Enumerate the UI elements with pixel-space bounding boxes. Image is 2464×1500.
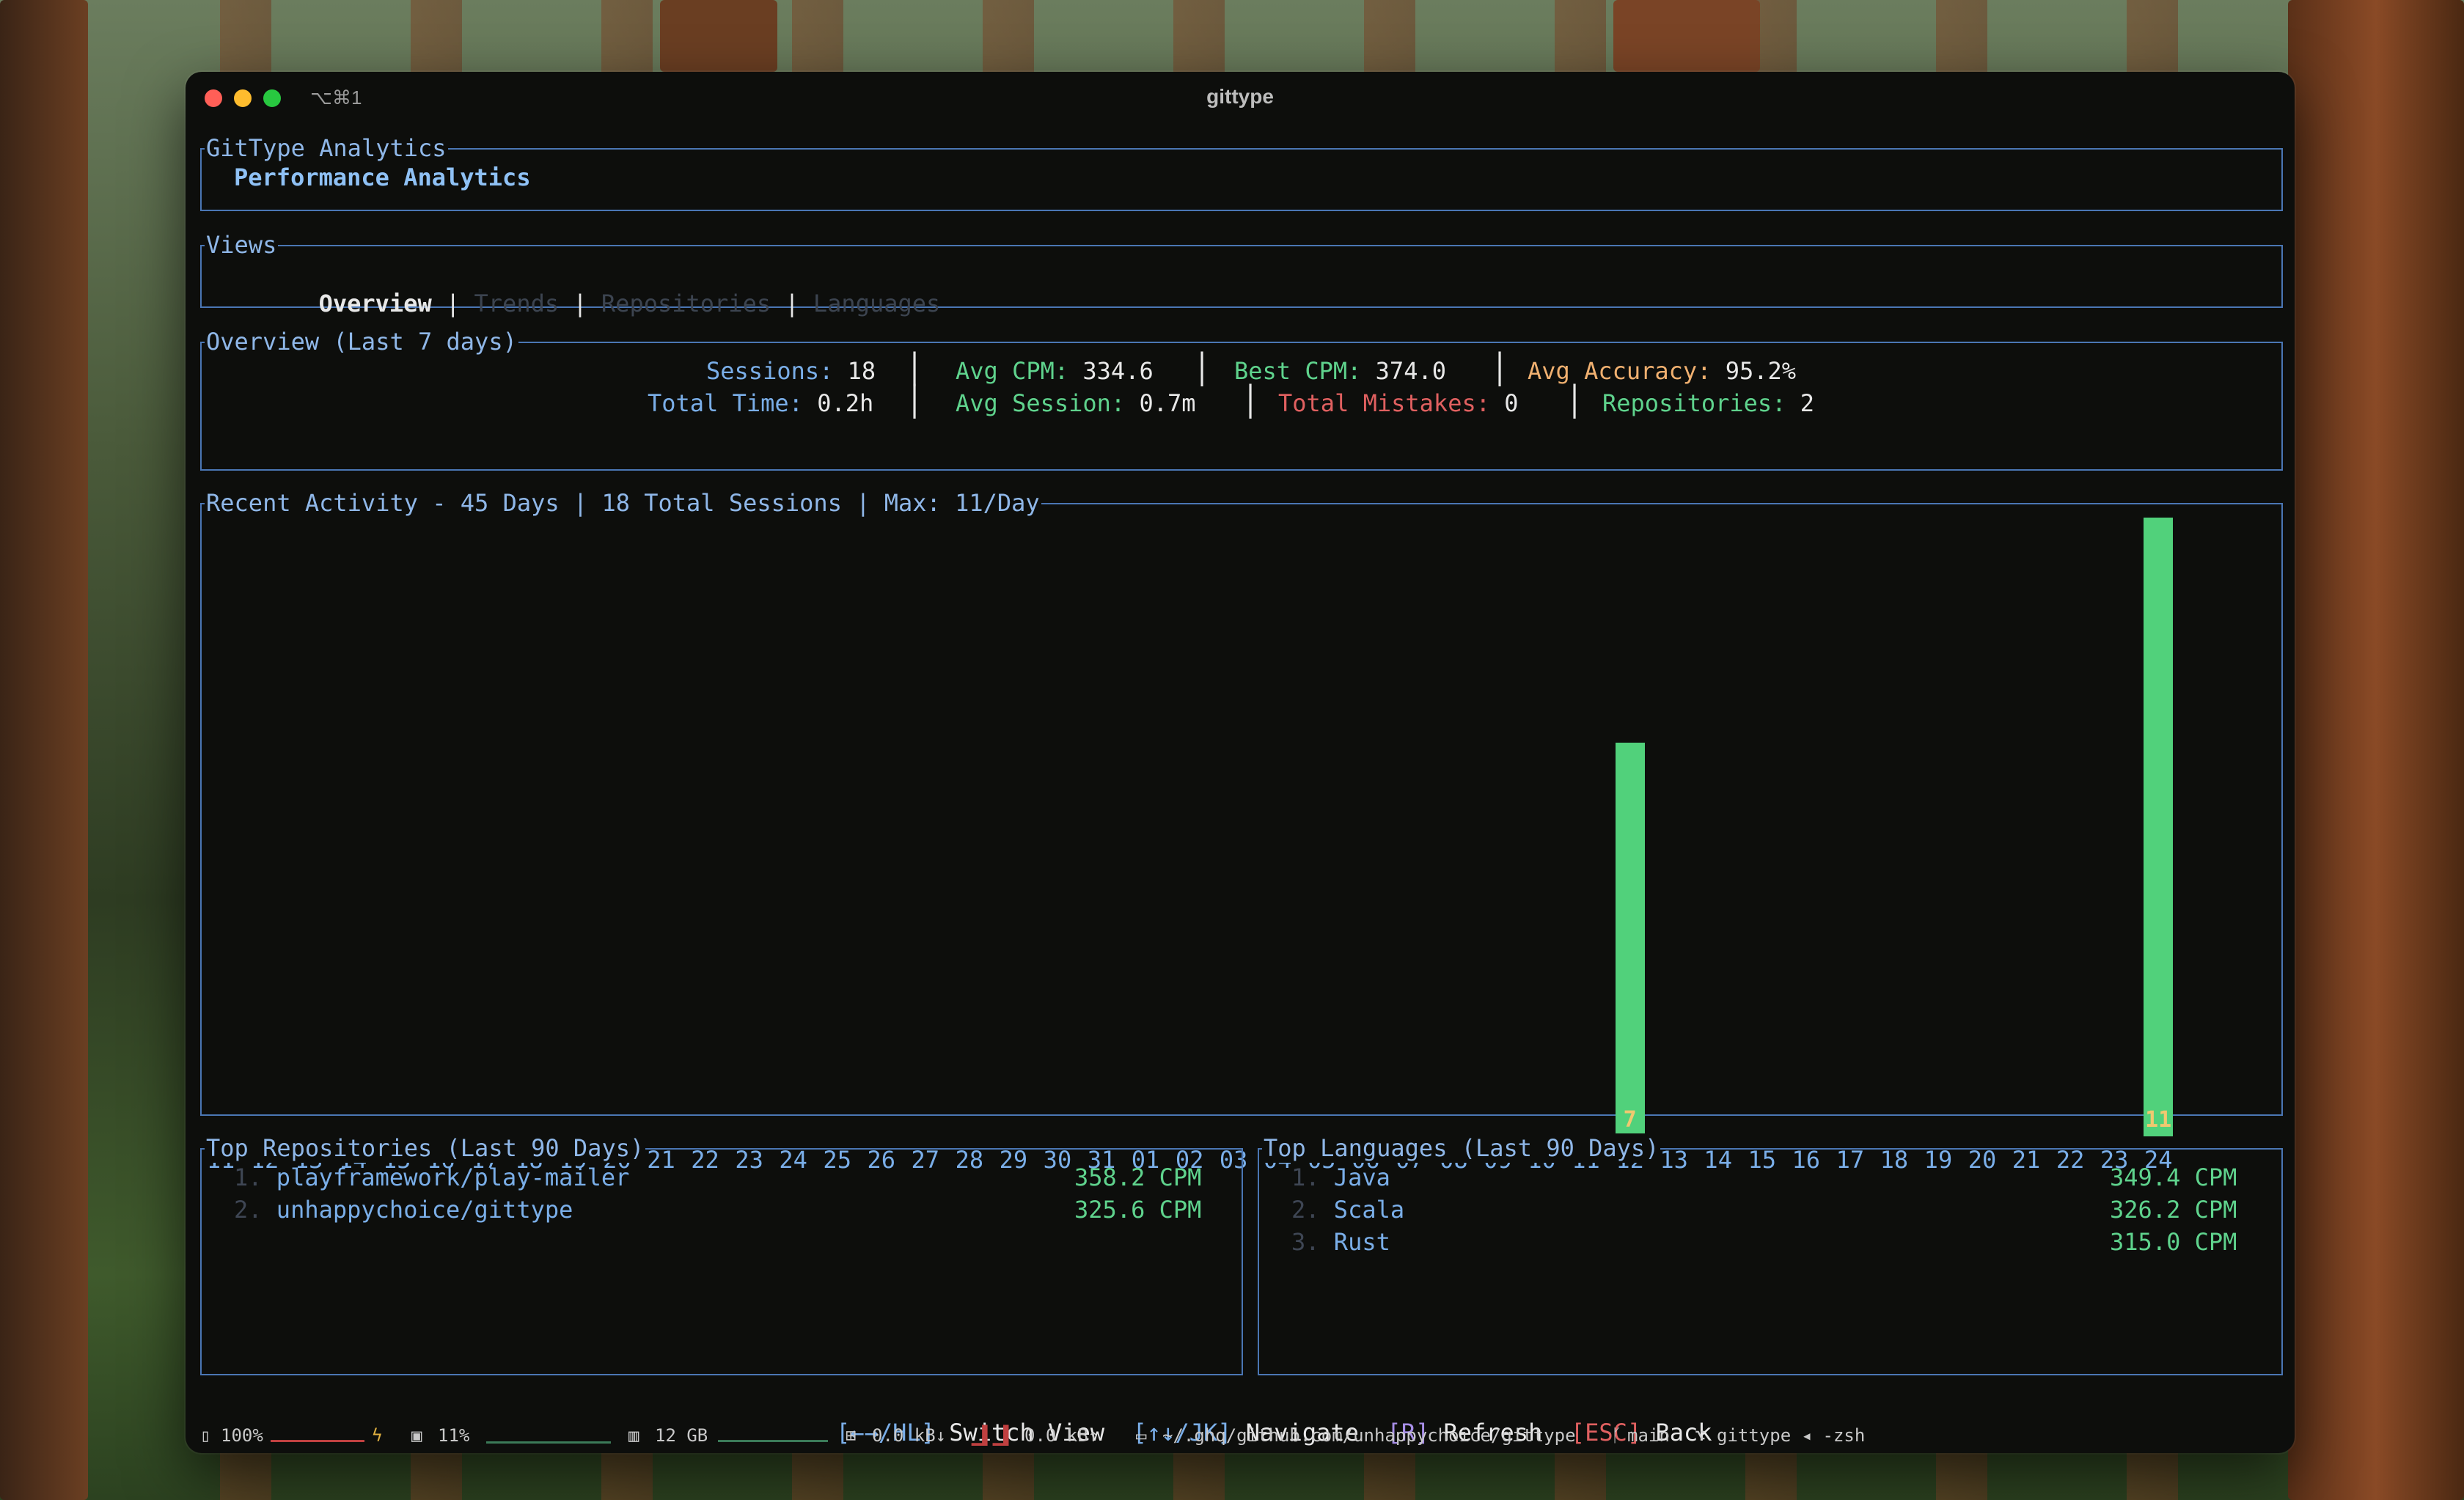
cpu-sparkline — [486, 1441, 611, 1444]
bar-value-label: 11 — [2145, 1107, 2172, 1133]
activity-bar — [1615, 742, 1645, 1136]
tree-trunk — [1613, 0, 1760, 72]
repo-cpm: 358.2 CPM — [1074, 1163, 1202, 1191]
panel-title: Top Languages (Last 90 Days) — [1262, 1133, 1661, 1163]
memory-sparkline — [718, 1440, 828, 1442]
git-branch: main — [1627, 1425, 1670, 1446]
battery-level: 100% — [221, 1425, 263, 1446]
tmux-session: gittype ◂ -zsh — [1717, 1425, 1866, 1446]
git-branch-icon: ᚴ — [1611, 1425, 1622, 1446]
terminal-window: ⌥⌘1 gittype GitType Analytics Performanc… — [186, 72, 2295, 1453]
current-path: ~/.ghq/github.com/unhappychoice/gittype — [1162, 1425, 1576, 1446]
charging-icon: ϟ — [372, 1425, 383, 1446]
tree-trunk — [660, 0, 777, 72]
language-cpm: 349.4 CPM — [2110, 1163, 2237, 1191]
panel-title: Top Repositories (Last 90 Days) — [205, 1133, 646, 1163]
list-item[interactable]: 1. playframework/play-mailer — [234, 1163, 629, 1192]
tree-trunk — [2288, 0, 2464, 1500]
list-item[interactable]: 3. Rust — [1291, 1227, 1390, 1257]
language-cpm: 326.2 CPM — [2110, 1196, 2237, 1224]
folder-icon: ▭ — [1136, 1425, 1147, 1446]
memory-icon: ▥ — [628, 1425, 639, 1446]
top-repositories-panel: Top Repositories (Last 90 Days) 1. playf… — [200, 1133, 1243, 1375]
list-item[interactable]: 1. Java — [1291, 1163, 1390, 1192]
network-graph-icon: ▁▌▁▌ — [972, 1425, 1014, 1446]
bar-value-label: 7 — [1623, 1107, 1637, 1133]
network-icon: ⊞ — [846, 1425, 857, 1446]
top-languages-panel: Top Languages (Last 90 Days) 1. Java 349… — [1258, 1133, 2283, 1375]
list-item[interactable]: 2. unhappychoice/gittype — [234, 1195, 573, 1224]
memory-usage: 12 GB — [655, 1425, 708, 1446]
cpu-icon: ▣ — [411, 1425, 422, 1446]
repo-cpm: 325.6 CPM — [1074, 1196, 1202, 1224]
status-bar: ▯ 100% ϟ ▣ 11% ▥ 12 GB ⊞ 0.0 kB↓ ▁▌▁▌ 0.… — [186, 1421, 2295, 1450]
battery-icon: ▯ — [200, 1425, 211, 1446]
language-cpm: 315.0 CPM — [2110, 1228, 2237, 1256]
battery-sparkline — [271, 1440, 364, 1442]
tree-trunk — [0, 0, 88, 1500]
network-down: 0.0 kB↓ — [872, 1425, 947, 1446]
cpu-usage: 11% — [438, 1425, 470, 1446]
activity-bar — [2144, 518, 2174, 1136]
list-item[interactable]: 2. Scala — [1291, 1195, 1404, 1224]
network-up: 0.0 kB↑ — [1024, 1425, 1099, 1446]
session-icon: ⌥ — [1695, 1425, 1706, 1446]
